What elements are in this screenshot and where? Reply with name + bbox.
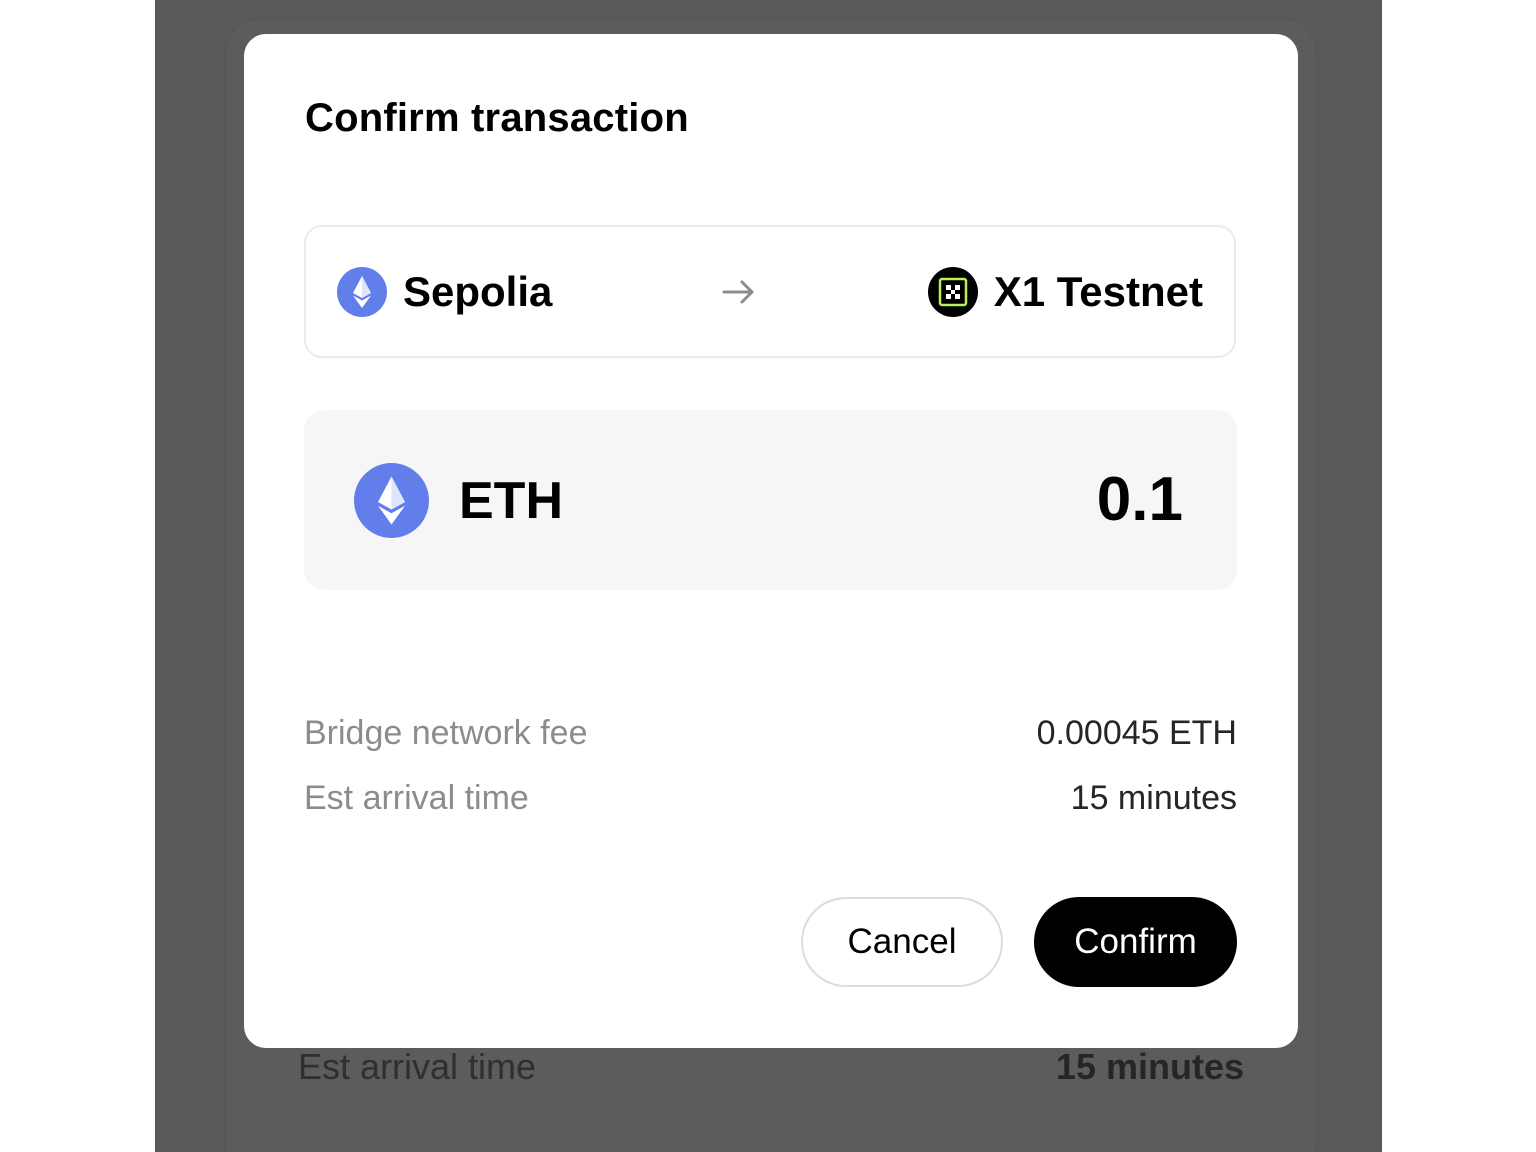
network-route: Sepolia X1 Testnet	[304, 225, 1236, 358]
bridge-fee-label: Bridge network fee	[304, 714, 588, 752]
x1-network-icon	[927, 267, 978, 317]
confirm-transaction-dialog: Confirm transaction Sepolia X1 Testnet E…	[244, 34, 1298, 1048]
token-amount-panel: ETH 0.1	[304, 410, 1237, 590]
arrival-time-label: Est arrival time	[304, 779, 529, 817]
confirm-button[interactable]: Confirm	[1034, 897, 1237, 987]
ethereum-icon	[337, 267, 387, 317]
arrow-right-icon	[722, 280, 754, 304]
from-network: Sepolia	[337, 267, 552, 317]
screen: Est arrival time 15 minutes Confirm tran…	[0, 0, 1536, 1152]
bridge-fee-value: 0.00045 ETH	[1036, 714, 1237, 752]
cancel-button[interactable]: Cancel	[801, 897, 1003, 987]
from-network-name: Sepolia	[403, 268, 553, 315]
arrival-time-row: Est arrival time 15 minutes	[304, 776, 1237, 820]
to-network-name: X1 Testnet	[993, 268, 1203, 315]
arrival-time-value: 15 minutes	[1070, 779, 1237, 817]
background-arrival-label: Est arrival time	[298, 1046, 537, 1087]
to-network: X1 Testnet	[927, 267, 1203, 317]
ethereum-icon	[354, 463, 429, 538]
token-info: ETH	[354, 463, 563, 538]
dialog-title: Confirm transaction	[305, 96, 689, 140]
bridge-fee-row: Bridge network fee 0.00045 ETH	[304, 711, 1237, 755]
background-arrival-value: 15 minutes	[1055, 1046, 1244, 1087]
background-arrival-row: Est arrival time 15 minutes	[298, 1046, 1244, 1088]
token-symbol: ETH	[459, 471, 563, 530]
token-amount: 0.1	[1096, 465, 1183, 534]
